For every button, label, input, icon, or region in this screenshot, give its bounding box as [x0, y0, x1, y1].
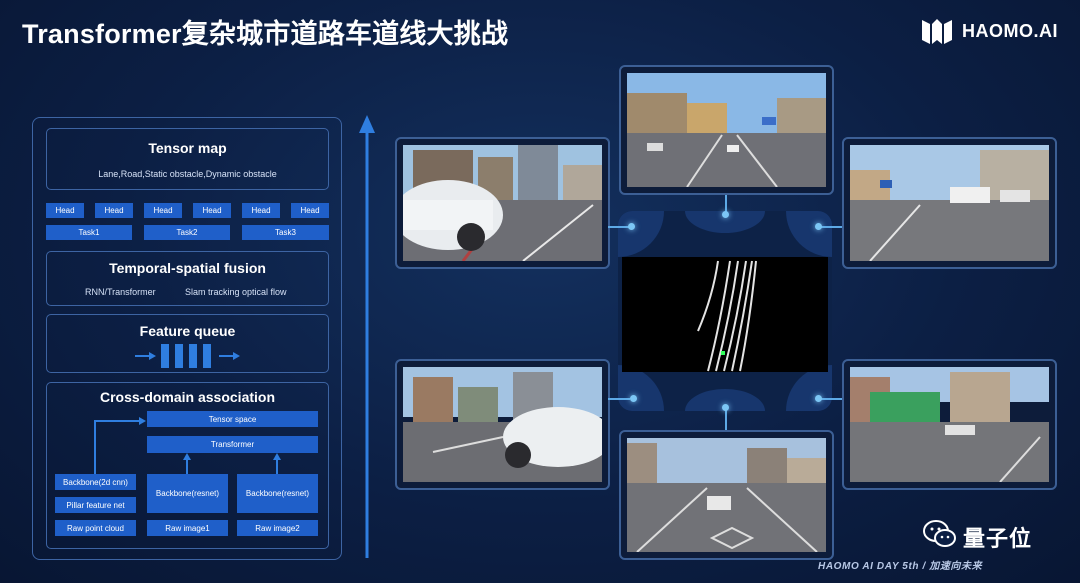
head-chip: Head: [95, 203, 133, 218]
queue-arrow-right-icon: [219, 352, 240, 360]
haomo-logo-icon: [922, 19, 952, 44]
camera-front-right: [842, 137, 1057, 269]
connector-line: [725, 408, 727, 430]
event-tagline: HAOMO AI DAY 5th / 加速向未来: [818, 561, 983, 572]
connector-dot: [815, 395, 822, 402]
lane-line-canvas: [618, 211, 832, 411]
fusion-sub-left: RNN/Transformer: [85, 287, 156, 297]
head-chip: Head: [46, 203, 84, 218]
connector-line: [820, 398, 842, 400]
camera-rear: [619, 430, 834, 560]
queue-bar: [203, 344, 211, 368]
task-chip: Task2: [144, 225, 230, 240]
feature-queue-title: Feature queue: [139, 323, 236, 339]
lane-line-view: [618, 211, 832, 411]
fusion-title: Temporal-spatial fusion: [109, 260, 266, 276]
head-chip: Head: [193, 203, 231, 218]
fusion-box: Temporal-spatial fusion RNN/Transformer …: [46, 251, 329, 306]
head-chip: Head: [144, 203, 182, 218]
queue-bar: [175, 344, 183, 368]
head-chip: Head: [291, 203, 329, 218]
connector-line: [820, 226, 842, 228]
connector-dot: [722, 211, 729, 218]
tensor-map-subtitle: Lane,Road,Static obstacle,Dynamic obstac…: [98, 169, 277, 179]
connector-line: [608, 226, 630, 228]
cross-domain-arrows: [94, 417, 281, 474]
architecture-panel: Tensor map Lane,Road,Static obstacle,Dyn…: [32, 117, 342, 560]
task-chip: Task1: [46, 225, 132, 240]
haomo-logo: HAOMO.AI: [920, 16, 1058, 46]
head-chip: Head: [242, 203, 280, 218]
connector-dot: [630, 395, 637, 402]
connector-dot: [722, 404, 729, 411]
task-chip: Task3: [242, 225, 329, 240]
tensor-map-box: Tensor map Lane,Road,Static obstacle,Dyn…: [46, 128, 329, 190]
watermark: 量子位: [963, 526, 1033, 551]
connector-dot: [815, 223, 822, 230]
feature-queue-box: Feature queue: [46, 314, 329, 373]
camera-front: [619, 65, 834, 195]
brand-name: HAOMO.AI: [962, 20, 1058, 41]
wechat-icon: [922, 518, 958, 555]
queue-arrow-left-icon: [135, 352, 156, 360]
camera-front-left: [395, 137, 610, 269]
connector-dot: [628, 223, 635, 230]
camera-rear-left: [395, 359, 610, 490]
connector-line: [608, 398, 630, 400]
fusion-sub-right: Slam tracking optical flow: [185, 287, 287, 297]
camera-rear-right: [842, 359, 1057, 490]
page-title: Transformer复杂城市道路车道线大挑战: [22, 19, 509, 49]
queue-bar: [161, 344, 169, 368]
tensor-map-title: Tensor map: [148, 140, 227, 156]
up-arrow-icon: [359, 115, 375, 558]
queue-bar: [189, 344, 197, 368]
cross-domain-box: Cross-domain association Tensor space Tr…: [46, 382, 329, 549]
